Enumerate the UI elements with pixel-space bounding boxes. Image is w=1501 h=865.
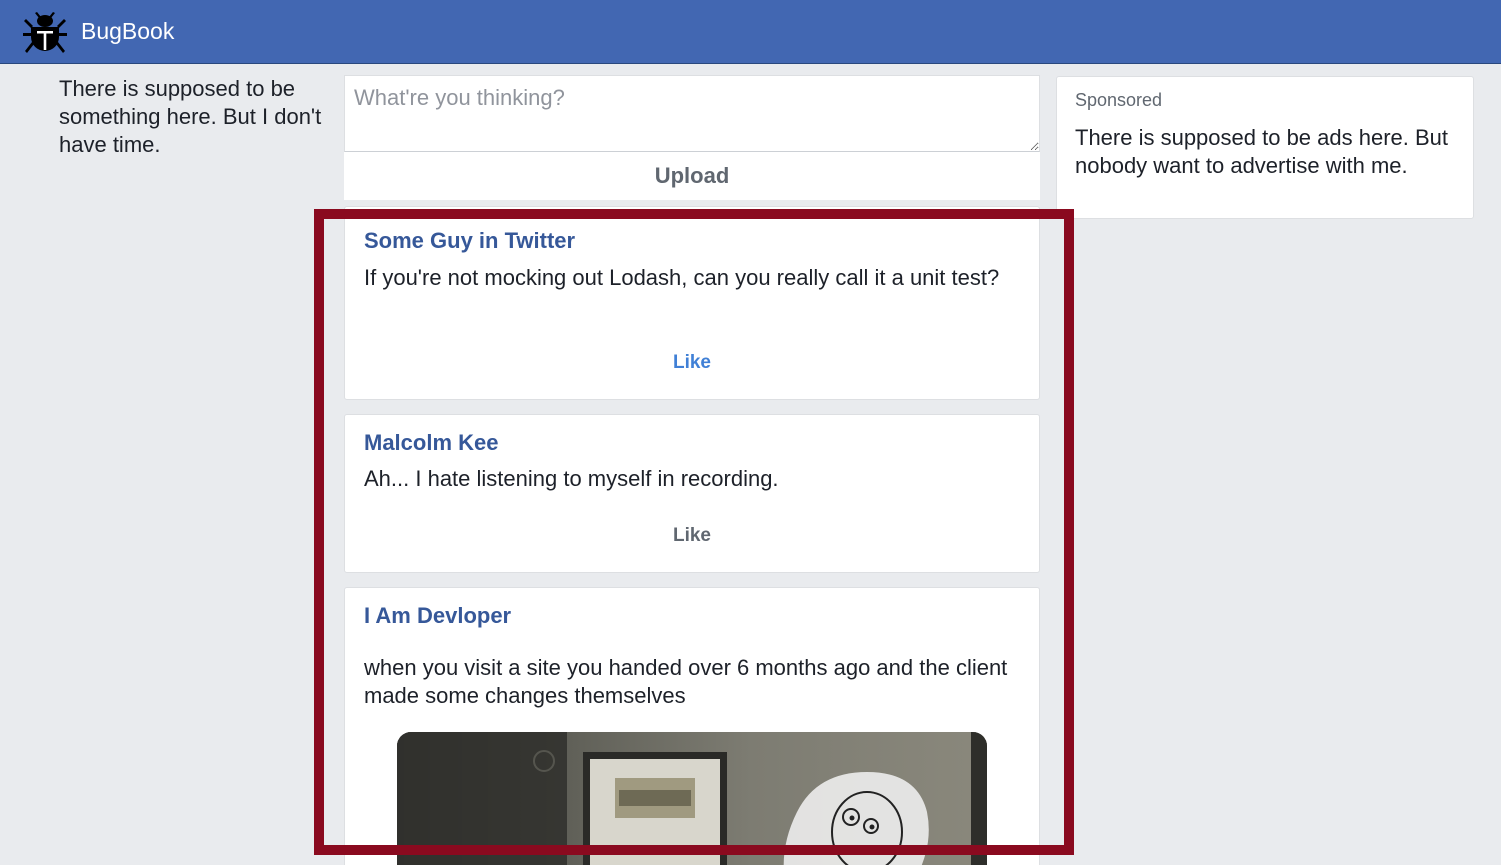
left-column-text: There is supposed to be something here. … <box>59 76 322 157</box>
brand-name[interactable]: BugBook <box>81 18 174 45</box>
sponsored-label: Sponsored <box>1075 90 1163 110</box>
post-text: when you visit a site you handed over 6 … <box>364 655 1008 708</box>
post-card: I Am Devloper when you visit a site you … <box>344 587 1040 865</box>
like-button[interactable]: Like <box>345 525 1039 547</box>
post-text: If you're not mocking out Lodash, can yo… <box>364 265 1000 290</box>
post-author[interactable]: Some Guy in Twitter <box>364 228 575 254</box>
post-image <box>397 732 987 865</box>
upload-button[interactable]: Upload <box>344 152 1040 200</box>
post-card: Some Guy in Twitter If you're not mockin… <box>344 206 1040 400</box>
post-composer: Upload <box>344 75 1040 200</box>
sponsored-text: There is supposed to be ads here. But no… <box>1075 125 1449 178</box>
post-card: Malcolm Kee Ah... I hate listening to my… <box>344 414 1040 573</box>
post-text: Ah... I hate listening to myself in reco… <box>364 466 779 491</box>
bug-icon[interactable] <box>22 9 68 55</box>
post-author[interactable]: Malcolm Kee <box>364 430 499 456</box>
status-input[interactable] <box>344 75 1040 152</box>
post-author[interactable]: I Am Devloper <box>364 603 511 629</box>
sponsored-box: Sponsored There is supposed to be ads he… <box>1056 76 1474 219</box>
top-navbar: BugBook <box>0 0 1501 64</box>
like-button[interactable]: Like <box>345 352 1039 374</box>
meme-image-icon <box>397 732 987 865</box>
